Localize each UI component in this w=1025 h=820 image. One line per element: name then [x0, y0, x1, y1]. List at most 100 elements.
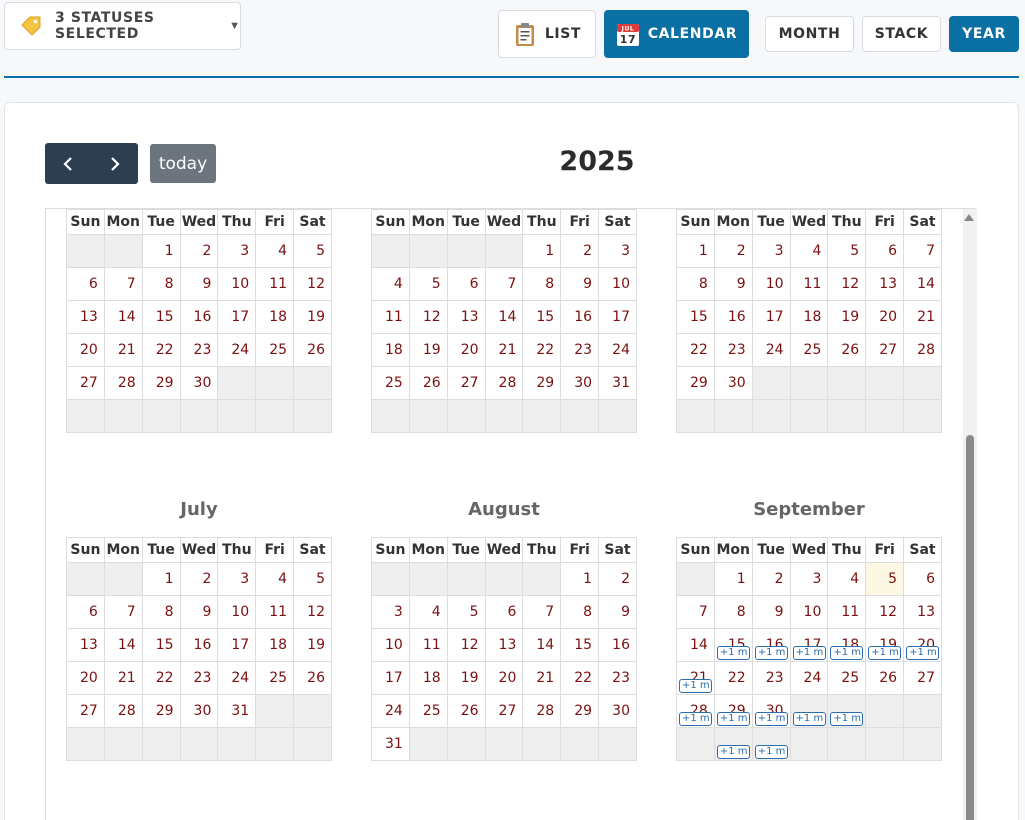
empty-day-cell[interactable]: +1 m — [827, 694, 867, 728]
scroll-thumb[interactable] — [966, 435, 974, 820]
day-cell[interactable]: 20 +1 m — [903, 628, 942, 662]
more-events-link[interactable]: +1 m — [792, 712, 826, 726]
day-cell[interactable]: 17 — [371, 661, 410, 695]
day-cell[interactable]: 27 — [903, 661, 942, 695]
day-cell[interactable]: 8 — [141, 267, 181, 301]
day-cell[interactable]: 15 — [522, 300, 562, 334]
stack-view-button[interactable]: STACK — [862, 16, 941, 52]
day-cell[interactable]: 29 — [560, 694, 600, 728]
more-events-link[interactable]: +1 m — [830, 646, 864, 660]
day-cell[interactable]: 23 — [179, 661, 219, 695]
day-cell[interactable]: 30 — [598, 694, 637, 728]
day-cell[interactable]: 3 — [217, 234, 257, 268]
day-cell[interactable]: 16 — [713, 300, 753, 334]
day-cell[interactable]: 22 — [522, 333, 562, 367]
day-cell[interactable]: 18 — [408, 661, 448, 695]
day-cell[interactable]: 19 — [408, 333, 448, 367]
empty-day-cell[interactable] — [408, 562, 448, 596]
day-cell[interactable]: 11 — [255, 595, 295, 629]
day-cell[interactable]: 26 — [865, 661, 905, 695]
empty-day-cell[interactable] — [293, 399, 332, 433]
day-cell[interactable]: 8 — [522, 267, 562, 301]
empty-day-cell[interactable] — [676, 562, 715, 596]
day-cell[interactable]: 6 — [446, 267, 486, 301]
empty-day-cell[interactable] — [66, 234, 105, 268]
day-cell[interactable]: 9 — [179, 595, 219, 629]
empty-day-cell[interactable] — [560, 399, 600, 433]
day-cell[interactable]: 17 — [217, 628, 257, 662]
day-cell[interactable]: 15 +1 m — [713, 628, 753, 662]
day-cell[interactable]: 19 — [293, 300, 332, 334]
more-events-link[interactable]: +1 m — [830, 712, 864, 726]
empty-day-cell[interactable] — [217, 727, 257, 761]
day-cell[interactable]: 13 — [484, 628, 524, 662]
day-cell[interactable]: 10 — [217, 595, 257, 629]
day-cell[interactable]: 24 — [217, 661, 257, 695]
day-cell[interactable]: 7 — [903, 234, 942, 268]
day-cell[interactable]: 19 — [293, 628, 332, 662]
day-cell[interactable]: 1 — [560, 562, 600, 596]
day-cell[interactable]: 31 — [371, 727, 410, 761]
day-cell[interactable]: 4 — [255, 562, 295, 596]
empty-day-cell[interactable] — [598, 399, 637, 433]
day-cell[interactable]: 23 — [713, 333, 753, 367]
day-cell[interactable]: 4 — [371, 267, 410, 301]
day-cell[interactable]: 27 — [446, 366, 486, 400]
day-cell[interactable]: 19 — [827, 300, 867, 334]
empty-day-cell[interactable] — [217, 399, 257, 433]
day-cell[interactable]: 28 — [484, 366, 524, 400]
day-cell[interactable]: 14 — [484, 300, 524, 334]
day-cell[interactable]: 11 — [255, 267, 295, 301]
day-cell[interactable]: 25 — [408, 694, 448, 728]
more-events-link[interactable]: +1 m — [754, 712, 788, 726]
more-events-link[interactable]: +1 m — [868, 646, 902, 660]
day-cell[interactable]: 12 — [293, 267, 332, 301]
empty-day-cell[interactable] — [560, 727, 600, 761]
today-button[interactable]: today — [150, 144, 216, 183]
day-cell[interactable]: 26 — [827, 333, 867, 367]
day-cell[interactable]: 6 — [865, 234, 905, 268]
more-events-link[interactable]: +1 m — [679, 679, 712, 693]
day-cell[interactable]: 16 — [598, 628, 637, 662]
day-cell[interactable]: 14 — [103, 628, 143, 662]
day-cell[interactable]: 15 — [676, 300, 715, 334]
day-cell[interactable]: 1 — [522, 234, 562, 268]
day-cell[interactable]: 4 — [827, 562, 867, 596]
day-cell[interactable]: 13 — [66, 300, 105, 334]
day-cell[interactable]: 31 — [598, 366, 637, 400]
day-cell[interactable]: 27 — [66, 694, 105, 728]
status-filter-dropdown[interactable]: 3 STATUSES SELECTED ▼ — [4, 2, 241, 50]
day-cell[interactable]: 29 — [141, 694, 181, 728]
empty-day-cell[interactable] — [903, 694, 942, 728]
day-cell[interactable]: 4 — [789, 234, 829, 268]
day-cell[interactable]: 23 — [179, 333, 219, 367]
empty-day-cell[interactable] — [903, 366, 942, 400]
empty-day-cell[interactable] — [827, 399, 867, 433]
day-cell[interactable]: 5 — [293, 234, 332, 268]
empty-day-cell[interactable] — [598, 727, 637, 761]
day-cell[interactable]: 18 — [371, 333, 410, 367]
more-events-link[interactable]: +1 m — [716, 712, 750, 726]
day-cell[interactable]: 26 — [408, 366, 448, 400]
day-cell[interactable]: 30 — [179, 694, 219, 728]
day-cell[interactable]: 1 — [141, 234, 181, 268]
day-cell[interactable]: 30 — [560, 366, 600, 400]
day-cell[interactable]: 16 — [179, 628, 219, 662]
day-cell[interactable]: 9 — [179, 267, 219, 301]
empty-day-cell[interactable] — [66, 562, 105, 596]
day-cell[interactable]: 11 — [827, 595, 867, 629]
empty-day-cell[interactable] — [446, 562, 486, 596]
day-cell[interactable]: 10 — [598, 267, 637, 301]
day-cell[interactable]: 26 — [446, 694, 486, 728]
empty-day-cell[interactable] — [713, 399, 753, 433]
day-cell[interactable]: 2 — [560, 234, 600, 268]
next-button[interactable] — [92, 143, 139, 184]
day-cell[interactable]: 3 — [371, 595, 410, 629]
scrollbar[interactable] — [963, 209, 977, 820]
day-cell[interactable]: 6 — [66, 267, 105, 301]
day-cell[interactable]: 30 — [713, 366, 753, 400]
day-cell[interactable]: 6 — [484, 595, 524, 629]
day-cell[interactable]: 9 — [598, 595, 637, 629]
day-cell[interactable]: 17 — [751, 300, 791, 334]
more-events-link[interactable]: +1 m — [754, 745, 788, 759]
